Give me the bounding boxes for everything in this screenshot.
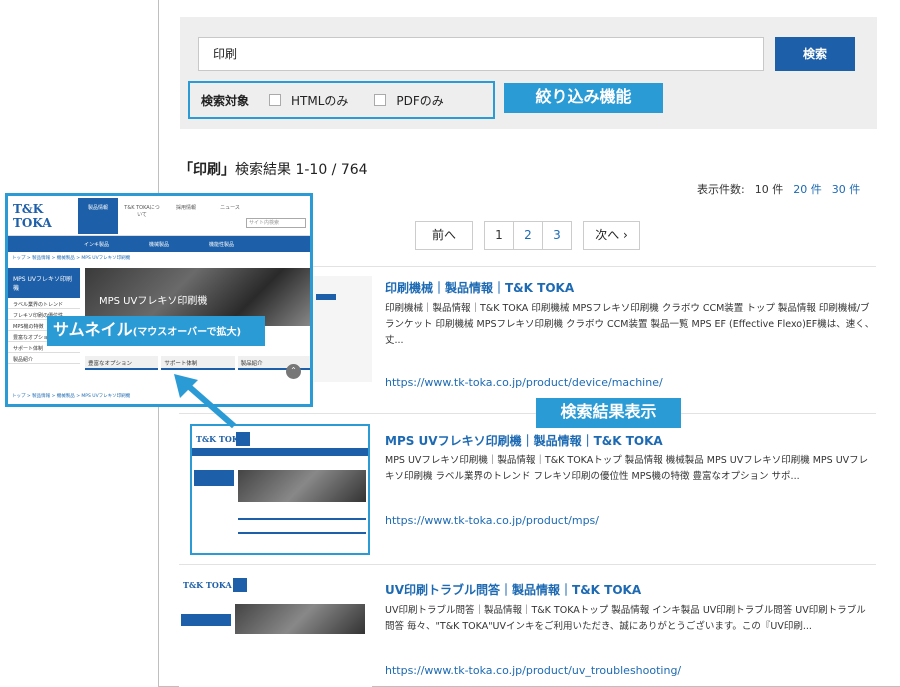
per-page-label: 表示件数: bbox=[697, 183, 745, 196]
thumbnail-side-head bbox=[194, 470, 234, 486]
pdf-only-checkbox[interactable] bbox=[374, 94, 387, 106]
filter-box: 検索対象 HTMLのみ PDFのみ bbox=[188, 81, 495, 119]
result-3-title[interactable]: UV印刷トラブル問答｜製品情報｜T&K TOKA bbox=[385, 581, 641, 598]
thumbnail-side-head bbox=[181, 614, 231, 626]
result-1-snippet: 印刷機械｜製品情報｜T&K TOKA 印刷機械 MPSフレキソ印刷機 クラボウ … bbox=[385, 303, 875, 346]
preview-footer-breadcrumb: トップ > 製品情報 > 機械製品 > MPS UVフレキソ印刷機 bbox=[12, 394, 131, 399]
html-only-label: HTMLのみ bbox=[291, 93, 349, 108]
preview-sidebar-item: ラベル業界のトレンド bbox=[8, 298, 80, 309]
callout-results: 検索結果表示 bbox=[536, 398, 681, 428]
result-2-title[interactable]: MPS UVフレキソ印刷機｜製品情報｜T&K TOKA bbox=[385, 432, 663, 449]
callout-thumbnail-note: (マウスオーバーで拡大) bbox=[132, 327, 242, 338]
filter-pdf-only[interactable]: PDFのみ bbox=[374, 92, 444, 109]
thumbnail-nav-block bbox=[316, 294, 336, 300]
result-3-snippet: UV印刷トラブル問答｜製品情報｜T&K TOKAトップ 製品情報 インキ製品 U… bbox=[385, 605, 866, 632]
thumbnail-hero-image bbox=[238, 470, 366, 502]
result-2-thumbnail[interactable]: T&K TOKA bbox=[190, 424, 370, 555]
thumbnail-band bbox=[192, 448, 368, 456]
filter-html-only[interactable]: HTMLのみ bbox=[269, 92, 348, 109]
preview-band-item: インキ製品 bbox=[83, 241, 109, 248]
pager-page-3[interactable]: 3 bbox=[543, 222, 571, 249]
preview-nav-item: ニュース bbox=[220, 204, 240, 211]
preview-hero-text: MPS UVフレキソ印刷機 bbox=[99, 296, 208, 307]
preview-grid-item: 豊富なオプション bbox=[85, 356, 159, 370]
preview-band-item: 機能性製品 bbox=[209, 241, 235, 248]
callout-thumbnail: サムネイル(マウスオーバーで拡大) bbox=[47, 316, 265, 346]
thumbnail-logo: T&K TOKA bbox=[183, 580, 232, 590]
pager-next-button[interactable]: 次へ › bbox=[583, 221, 640, 250]
per-page-30[interactable]: 30 件 bbox=[832, 181, 861, 197]
per-page-20[interactable]: 20 件 bbox=[793, 181, 822, 197]
results-count: 検索結果 1-10 / 764 bbox=[235, 162, 368, 178]
pager-page-2[interactable]: 2 bbox=[514, 222, 543, 249]
result-1-url[interactable]: https://www.tk-toka.co.jp/product/device… bbox=[385, 376, 663, 389]
thumbnail-grid-line bbox=[238, 518, 366, 520]
preview-category-band: インキ製品 機械製品 機能性製品 bbox=[8, 236, 310, 252]
search-input[interactable]: 印刷 bbox=[198, 37, 764, 71]
preview-header: T&K TOKA 製品情報 T&K TOKAについて 採用情報 ニュース サイト… bbox=[8, 196, 310, 236]
preview-nav-item: 製品情報 bbox=[78, 197, 118, 234]
thumbnail-nav-active bbox=[236, 432, 250, 446]
result-2-url[interactable]: https://www.tk-toka.co.jp/product/mps/ bbox=[385, 514, 599, 527]
preview-grid-item: サポート体制 bbox=[161, 356, 235, 370]
chevron-up-icon: ⌃ bbox=[286, 364, 301, 379]
callout-thumbnail-main: サムネイル bbox=[53, 320, 133, 339]
per-page-selector: 表示件数: 10 件 20 件 30 件 bbox=[697, 181, 860, 197]
search-button[interactable]: 検索 bbox=[775, 37, 855, 71]
results-query: 「印刷」 bbox=[179, 162, 235, 178]
html-only-checkbox[interactable] bbox=[269, 94, 282, 106]
thumbnail-nav-active bbox=[233, 578, 247, 592]
per-page-10[interactable]: 10 件 bbox=[755, 181, 784, 197]
thumbnail-grid-line bbox=[238, 532, 366, 534]
result-1-title[interactable]: 印刷機械｜製品情報｜T&K TOKA bbox=[385, 279, 574, 296]
preview-link-grid: 豊富なオプション サポート体制 製品紹介 bbox=[85, 356, 310, 370]
pager-pages: 1 2 3 bbox=[484, 221, 572, 250]
results-heading: 「印刷」検索結果 1-10 / 764 bbox=[179, 159, 368, 179]
preview-search-input: サイト内検索 bbox=[246, 218, 306, 228]
pager-page-1[interactable]: 1 bbox=[485, 222, 514, 249]
thumbnail-hero-image bbox=[235, 604, 365, 634]
preview-nav: 製品情報 T&K TOKAについて 採用情報 ニュース bbox=[78, 197, 250, 234]
preview-nav-item: T&K TOKAについて bbox=[124, 204, 160, 218]
preview-sidebar-head: MPS UVフレキソ印刷機 bbox=[8, 268, 80, 298]
result-3-url[interactable]: https://www.tk-toka.co.jp/product/uv_tro… bbox=[385, 664, 681, 677]
preview-band-item: 機械製品 bbox=[148, 241, 169, 248]
divider bbox=[179, 413, 876, 414]
pdf-only-label: PDFのみ bbox=[396, 93, 444, 108]
preview-sidebar-item: 製品紹介 bbox=[8, 353, 80, 364]
result-2-snippet: MPS UVフレキソ印刷機｜製品情報｜T&K TOKAトップ 製品情報 機械製品… bbox=[385, 455, 869, 482]
thumbnail-preview-enlarged: T&K TOKA 製品情報 T&K TOKAについて 採用情報 ニュース サイト… bbox=[5, 193, 313, 407]
arrow-icon bbox=[174, 374, 236, 429]
result-1-thumbnail[interactable] bbox=[312, 276, 372, 382]
preview-logo: T&K TOKA bbox=[13, 201, 52, 230]
preview-nav-item: 採用情報 bbox=[175, 204, 196, 211]
divider bbox=[179, 564, 876, 565]
pager-prev-button[interactable]: 前へ bbox=[415, 221, 473, 250]
filter-label: 検索対象 bbox=[201, 93, 250, 108]
result-3-thumbnail[interactable]: T&K TOKA bbox=[179, 574, 372, 687]
preview-breadcrumb: トップ > 製品情報 > 機械製品 > MPS UVフレキソ印刷機 bbox=[12, 256, 131, 261]
callout-filter: 絞り込み機能 bbox=[504, 83, 663, 113]
